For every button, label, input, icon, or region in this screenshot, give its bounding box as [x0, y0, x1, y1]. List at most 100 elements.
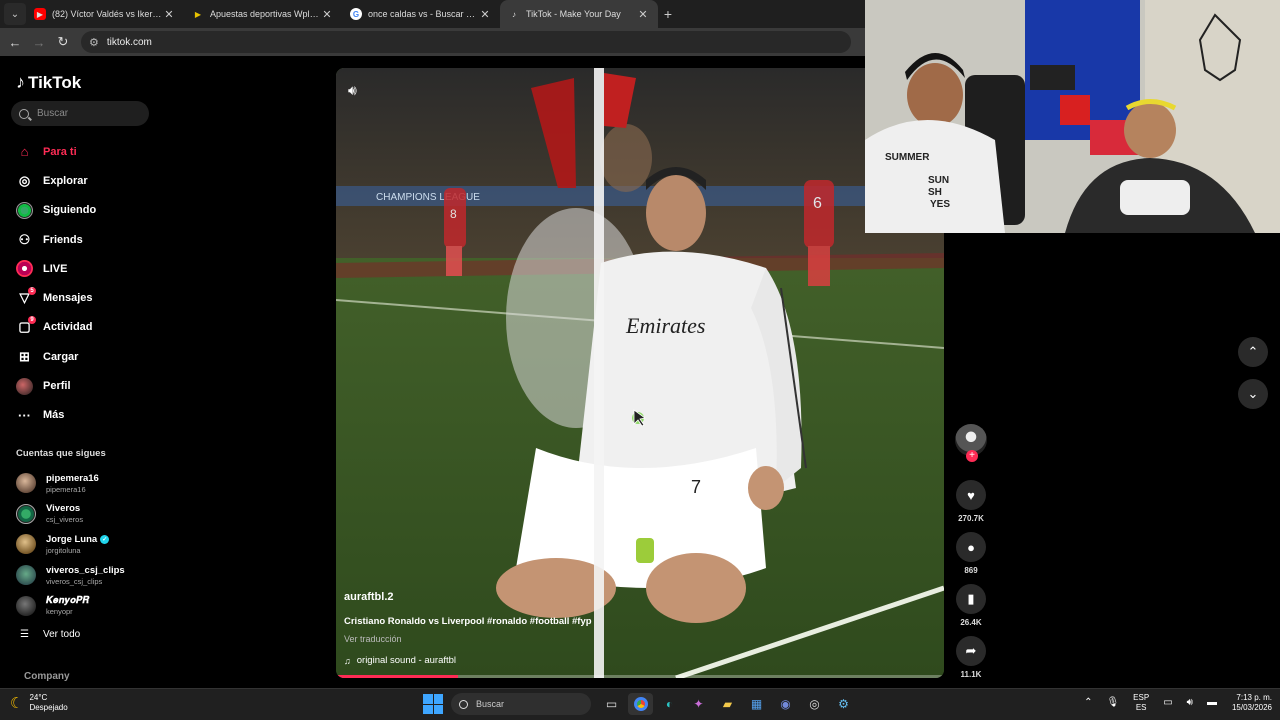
nav-item-live[interactable]: LIVE	[16, 254, 96, 283]
comment-button[interactable]: ● 869	[956, 532, 986, 575]
shirt-text: SUMMER	[885, 152, 930, 163]
nav-item-actividad[interactable]: ▢ 9 Actividad	[16, 313, 96, 342]
chevron-up-icon[interactable]: ⌃	[1084, 697, 1092, 708]
discord-icon[interactable]: ◉	[773, 693, 798, 715]
followed-account[interactable]: Jorge Luna ✓ jorgitoluna	[16, 529, 125, 560]
forward-icon[interactable]: →	[27, 35, 51, 50]
verified-icon: ✓	[100, 534, 110, 544]
account-name: 𝑲𝒆𝒏𝒚𝒐𝑷𝑹	[46, 595, 90, 607]
browser-tab[interactable]: ▶ Apuestas deportivas Wplay.co ✕	[184, 0, 342, 28]
new-tab-button[interactable]: +	[658, 6, 678, 22]
browser-tab-bar: ⌄ ▶ (82) Víctor Valdés vs Iker Casillas …	[0, 0, 865, 28]
follow-plus-icon[interactable]: +	[966, 450, 978, 462]
webcam-overlay: SUMMER SUN SH YES	[865, 0, 1280, 233]
browser-tab-active[interactable]: ♪ TikTok - Make Your Day ✕	[500, 0, 658, 28]
close-tab-icon[interactable]: ✕	[320, 8, 334, 21]
microphone-icon[interactable]: 🎙︎	[1106, 697, 1119, 708]
author-avatar[interactable]: +	[955, 424, 987, 462]
tab-search-button[interactable]: ⌄	[4, 3, 26, 25]
close-tab-icon[interactable]: ✕	[478, 8, 492, 21]
url-text: tiktok.com	[106, 36, 152, 48]
followed-account[interactable]: Viveros csj_viveros	[16, 499, 125, 530]
followed-account[interactable]: 𝑲𝒆𝒏𝒚𝒐𝑷𝑹 kenyopr	[16, 590, 125, 621]
edge-icon[interactable]: ◐	[657, 693, 682, 715]
nav-item-mensajes[interactable]: ▽ 5 Mensajes	[16, 283, 96, 312]
nav-item-explorar[interactable]: ◎ Explorar	[16, 166, 96, 195]
obs-icon[interactable]: ◎	[802, 693, 827, 715]
avatar	[16, 534, 36, 555]
nav-item-mas[interactable]: ··· Más	[16, 401, 96, 430]
video-caption: Cristiano Ronaldo vs Liverpool #ronaldo …	[344, 616, 592, 627]
site-info-icon[interactable]: ⚙	[89, 36, 99, 49]
next-video-button[interactable]: ⌄	[1238, 379, 1268, 409]
see-all-button[interactable]: ☰ Ver todo	[20, 629, 80, 640]
nav-label: Actividad	[43, 321, 93, 334]
account-handle: kenyopr	[46, 607, 73, 617]
chevron-down-icon: ⌄	[1247, 386, 1259, 401]
nav-item-perfil[interactable]: Perfil	[16, 371, 96, 400]
close-tab-icon[interactable]: ✕	[636, 8, 650, 21]
previous-video-button[interactable]: ⌃	[1238, 337, 1268, 367]
task-view-icon[interactable]: ▭	[599, 693, 624, 715]
reload-icon[interactable]: ↻	[51, 34, 75, 50]
company-link[interactable]: Company	[24, 671, 70, 682]
taskbar-search[interactable]: Buscar	[451, 693, 591, 715]
nav-item-siguiendo[interactable]: Siguiendo	[16, 196, 96, 225]
lang-secondary: ES	[1135, 702, 1147, 712]
profile-icon	[16, 377, 33, 395]
webcam-feed: SUMMER SUN SH YES	[865, 0, 1280, 233]
browser-tab[interactable]: G once caldas vs - Buscar con Google ✕	[342, 0, 500, 28]
close-tab-icon[interactable]: ✕	[162, 8, 176, 21]
display-icon[interactable]: ▭	[1163, 697, 1172, 708]
chrome-icon[interactable]	[628, 693, 653, 715]
nav-label: Más	[43, 409, 65, 422]
nav-item-cargar[interactable]: ⊞ Cargar	[16, 342, 96, 371]
google-icon: G	[350, 8, 362, 20]
video-author[interactable]: auraftbl.2	[344, 591, 394, 603]
language-indicator[interactable]: ESP ES	[1133, 693, 1149, 712]
search-box[interactable]	[11, 101, 149, 126]
nav-item-friends[interactable]: ⚇ Friends	[16, 225, 96, 254]
battery-icon[interactable]: ▬	[1207, 697, 1217, 708]
tab-title: TikTok - Make Your Day	[526, 9, 621, 19]
activity-badge: 9	[28, 315, 36, 324]
video-progress-fill	[336, 675, 458, 678]
search-input[interactable]	[37, 108, 137, 119]
tiktok-logo[interactable]: ♪ TikTok	[16, 72, 81, 93]
taskbar-search-label: Buscar	[476, 699, 505, 709]
live-icon	[16, 260, 33, 278]
tab-title: Apuestas deportivas Wplay.co	[210, 9, 320, 19]
wplay-icon: ▶	[194, 9, 202, 19]
browser-tab[interactable]: ▶ (82) Víctor Valdés vs Iker Casillas ✕	[26, 0, 184, 28]
store-icon[interactable]: ▦	[744, 693, 769, 715]
start-button[interactable]	[423, 694, 443, 714]
followed-account[interactable]: pipemera16 pipemera16	[16, 468, 125, 499]
like-button[interactable]: ♥ 270.7K	[956, 480, 986, 523]
volume-icon[interactable]: 🔊︎	[348, 82, 357, 99]
list-icon: ☰	[20, 629, 29, 640]
share-button[interactable]: ➦ 11.1K	[956, 636, 986, 679]
nav-item-para-ti[interactable]: ⌂ Para ti	[16, 137, 96, 166]
video-frame: CHAMPIONS LEAGUE 8 6 Emirates 7	[336, 68, 944, 678]
address-bar[interactable]: ⚙ tiktok.com	[81, 31, 851, 53]
file-explorer-icon[interactable]: ▰	[715, 693, 740, 715]
see-translation-link[interactable]: Ver traducción	[344, 634, 402, 644]
account-name: viveros_csj_clips	[46, 564, 125, 576]
video-player[interactable]: CHAMPIONS LEAGUE 8 6 Emirates 7 🔊︎ auraf…	[336, 68, 944, 678]
steam-icon[interactable]: ⚙	[831, 693, 856, 715]
avatar	[16, 503, 36, 524]
save-button[interactable]: ▮ 26.4K	[956, 584, 986, 627]
video-progress-bar[interactable]	[336, 675, 944, 678]
speaker-icon[interactable]: 🔊︎	[1187, 697, 1193, 708]
followed-account[interactable]: viveros_csj_clips viveros_csj_clips	[16, 560, 125, 591]
back-icon[interactable]: ←	[3, 35, 27, 50]
browser-toolbar: ← → ↻ ⚙ tiktok.com	[0, 28, 865, 56]
home-icon: ⌂	[20, 144, 29, 160]
avatar	[16, 565, 36, 586]
copilot-icon[interactable]: ✦	[686, 693, 711, 715]
weather-widget[interactable]: ☾ 24°C Despejado	[10, 693, 68, 712]
moon-icon: ☾	[10, 694, 24, 712]
video-sound[interactable]: ♫ original sound - auraftbl	[344, 655, 456, 666]
clock[interactable]: 7:13 p. m. 15/03/2026	[1232, 693, 1272, 712]
following-icon	[16, 201, 33, 219]
